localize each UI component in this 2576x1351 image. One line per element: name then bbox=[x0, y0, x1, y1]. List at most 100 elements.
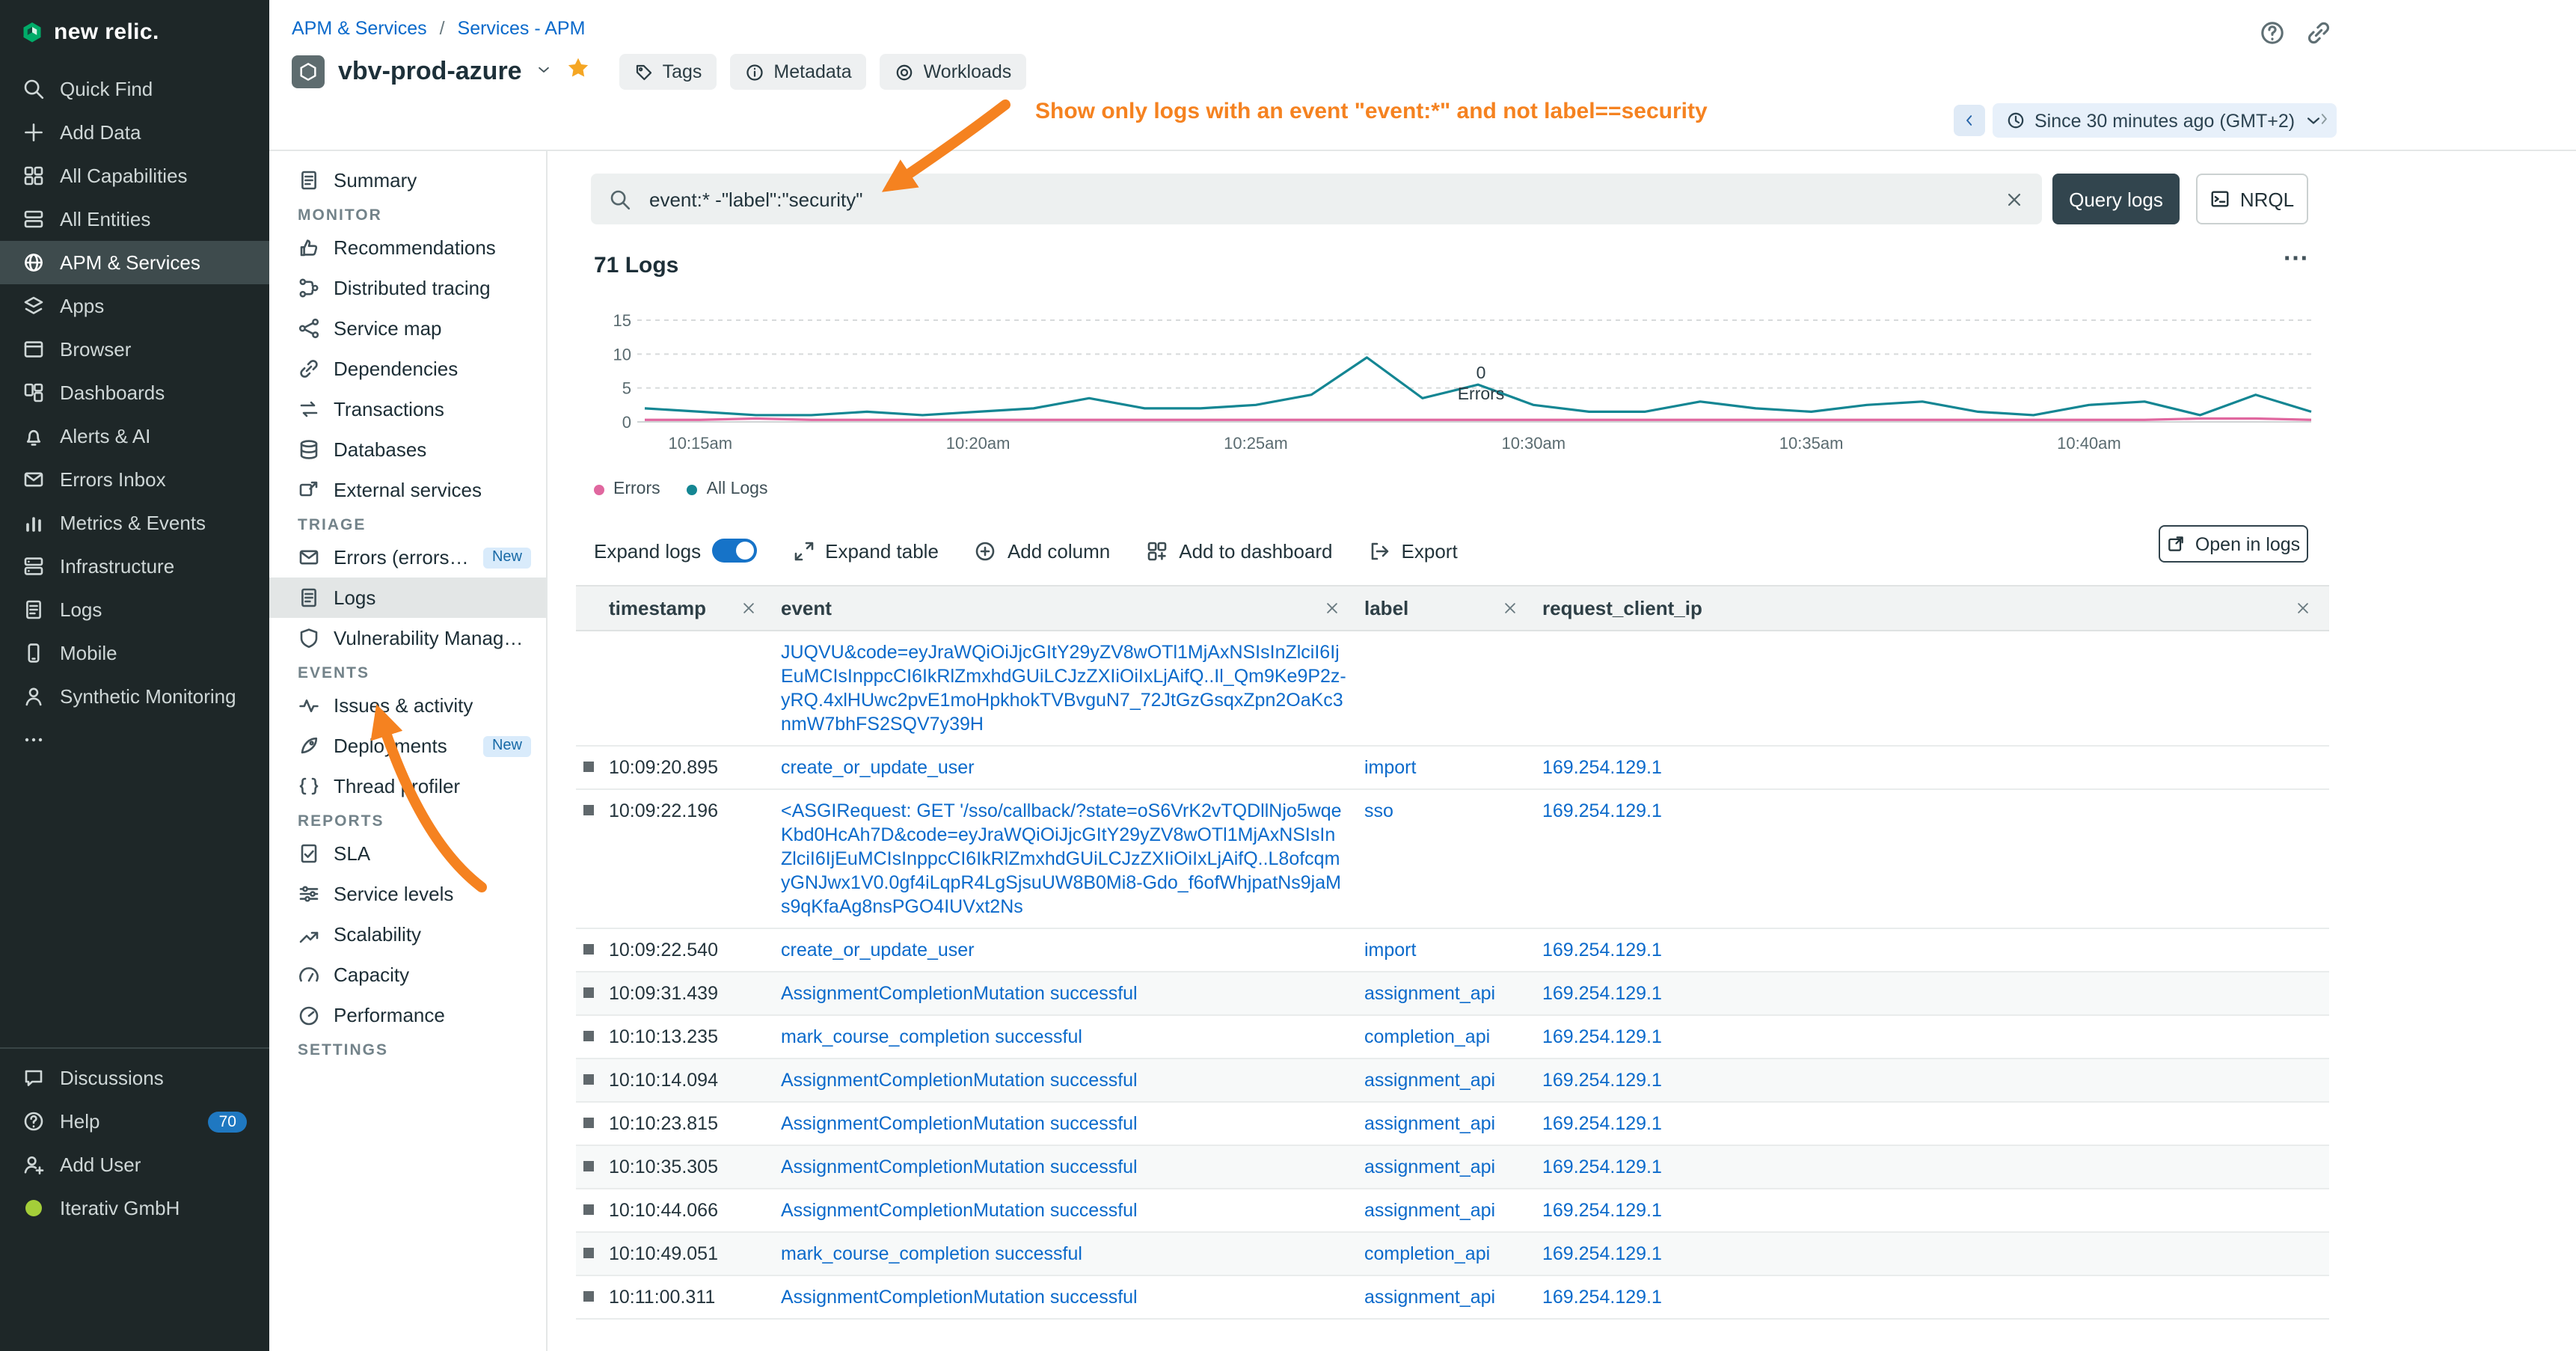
log-label-link[interactable]: assignment_api bbox=[1358, 1059, 1536, 1101]
log-label-link[interactable]: assignment_api bbox=[1358, 1189, 1536, 1231]
table-row[interactable]: 10:09:22.196<ASGIRequest: GET '/sso/call… bbox=[576, 790, 2329, 929]
entity-chevron-down-icon[interactable] bbox=[536, 58, 552, 85]
subnav-item-capacity[interactable]: Capacity bbox=[269, 955, 546, 995]
log-ip-link[interactable]: 169.254.129.1 bbox=[1536, 1016, 2329, 1058]
table-row[interactable]: JUQVU&code=eyJraWQiOiJjcGItY29yZV8wOTl1M… bbox=[576, 631, 2329, 747]
log-label-link[interactable]: completion_api bbox=[1358, 1233, 1536, 1275]
remove-column-icon[interactable] bbox=[1502, 600, 1518, 616]
subnav-item-service-map[interactable]: Service map bbox=[269, 308, 546, 349]
subnav-item-sla[interactable]: SLA bbox=[269, 833, 546, 874]
log-event-link[interactable]: mark_course_completion successful bbox=[775, 1233, 1358, 1275]
sidebar-item-metrics-events[interactable]: Metrics & Events bbox=[0, 501, 269, 545]
sidebar-item-dashboards[interactable]: Dashboards bbox=[0, 371, 269, 414]
breadcrumb-link-apm[interactable]: APM & Services bbox=[292, 18, 427, 39]
nrql-button[interactable]: NRQL bbox=[2196, 174, 2308, 224]
log-event-link[interactable]: AssignmentCompletionMutation successful bbox=[775, 1189, 1358, 1231]
sidebar-item-help[interactable]: Help70 bbox=[0, 1100, 269, 1143]
logs-options-menu-icon[interactable]: ⋯ bbox=[2283, 244, 2310, 274]
log-label-link[interactable]: completion_api bbox=[1358, 1016, 1536, 1058]
table-row[interactable]: 10:09:31.439AssignmentCompletionMutation… bbox=[576, 972, 2329, 1016]
newrelic-logo[interactable]: new relic. bbox=[0, 0, 269, 67]
time-range-picker[interactable]: Since 30 minutes ago (GMT+2) bbox=[1993, 103, 2337, 138]
metadata-button[interactable]: Metadata bbox=[730, 54, 866, 90]
sidebar-item-quick-find[interactable]: Quick Find bbox=[0, 67, 269, 111]
table-row[interactable]: 10:10:35.305AssignmentCompletionMutation… bbox=[576, 1146, 2329, 1189]
log-label-link[interactable]: sso bbox=[1358, 790, 1536, 928]
table-row[interactable]: 10:10:49.051mark_course_completion succe… bbox=[576, 1233, 2329, 1276]
table-row[interactable]: 10:10:44.066AssignmentCompletionMutation… bbox=[576, 1189, 2329, 1233]
log-event-link[interactable]: AssignmentCompletionMutation successful bbox=[775, 1146, 1358, 1188]
log-label-link[interactable]: assignment_api bbox=[1358, 1276, 1536, 1318]
log-ip-link[interactable]: 169.254.129.1 bbox=[1536, 929, 2329, 971]
remove-column-icon[interactable] bbox=[2295, 600, 2311, 616]
sidebar-item-iterativ-gmbh[interactable]: Iterativ GmbH bbox=[0, 1186, 269, 1230]
add-column-button[interactable]: Add column bbox=[975, 539, 1110, 562]
tags-button[interactable]: Tags bbox=[619, 54, 717, 90]
remove-column-icon[interactable] bbox=[1324, 600, 1340, 616]
subnav-item-issues-activity[interactable]: Issues & activity bbox=[269, 685, 546, 726]
sidebar-item-alerts-ai[interactable]: Alerts & AI bbox=[0, 414, 269, 458]
column-header-timestamp[interactable]: timestamp bbox=[603, 597, 775, 619]
subnav-item-scalability[interactable]: Scalability bbox=[269, 914, 546, 955]
expand-table-button[interactable]: Expand table bbox=[792, 539, 939, 562]
log-event-link[interactable]: AssignmentCompletionMutation successful bbox=[775, 1276, 1358, 1318]
log-ip-link[interactable]: 169.254.129.1 bbox=[1536, 1059, 2329, 1101]
expand-logs-toggle[interactable] bbox=[711, 539, 756, 563]
sidebar-item-errors-inbox[interactable]: Errors Inbox bbox=[0, 458, 269, 501]
log-ip-link[interactable]: 169.254.129.1 bbox=[1536, 790, 2329, 928]
favorite-star-icon[interactable] bbox=[565, 55, 591, 88]
log-label-link[interactable] bbox=[1358, 631, 1536, 745]
sidebar-item-mobile[interactable]: Mobile bbox=[0, 631, 269, 675]
sidebar-item-add-user[interactable]: Add User bbox=[0, 1143, 269, 1186]
workloads-button[interactable]: Workloads bbox=[880, 54, 1027, 90]
table-row[interactable]: 10:10:23.815AssignmentCompletionMutation… bbox=[576, 1103, 2329, 1146]
log-ip-link[interactable]: 169.254.129.1 bbox=[1536, 1146, 2329, 1188]
log-label-link[interactable]: import bbox=[1358, 929, 1536, 971]
copy-link-icon[interactable] bbox=[2305, 19, 2332, 46]
legend-item-errors[interactable]: Errors bbox=[594, 480, 660, 498]
subnav-item-service-levels[interactable]: Service levels bbox=[269, 874, 546, 914]
table-row[interactable]: 10:11:00.311AssignmentCompletionMutation… bbox=[576, 1276, 2329, 1320]
subnav-item-deployments[interactable]: DeploymentsNew bbox=[269, 726, 546, 766]
log-label-link[interactable]: assignment_api bbox=[1358, 1146, 1536, 1188]
export-button[interactable]: Export bbox=[1369, 539, 1458, 562]
sidebar-item-more[interactable] bbox=[0, 718, 269, 762]
log-event-link[interactable]: <ASGIRequest: GET '/sso/callback/?state=… bbox=[775, 790, 1358, 928]
log-event-link[interactable]: create_or_update_user bbox=[775, 929, 1358, 971]
sidebar-item-infrastructure[interactable]: Infrastructure bbox=[0, 545, 269, 588]
legend-item-all-logs[interactable]: All Logs bbox=[687, 480, 768, 498]
log-ip-link[interactable]: 169.254.129.1 bbox=[1536, 1233, 2329, 1275]
clear-query-icon[interactable] bbox=[2005, 189, 2024, 209]
log-label-link[interactable]: assignment_api bbox=[1358, 972, 1536, 1014]
sidebar-item-apm-services[interactable]: APM & Services bbox=[0, 241, 269, 284]
log-event-link[interactable]: mark_course_completion successful bbox=[775, 1016, 1358, 1058]
sidebar-item-synthetic-monitoring[interactable]: Synthetic Monitoring bbox=[0, 675, 269, 718]
table-row[interactable]: 10:10:14.094AssignmentCompletionMutation… bbox=[576, 1059, 2329, 1103]
help-icon[interactable] bbox=[2259, 19, 2286, 46]
sidebar-item-browser[interactable]: Browser bbox=[0, 328, 269, 371]
log-event-link[interactable]: AssignmentCompletionMutation successful bbox=[775, 1059, 1358, 1101]
table-row[interactable]: 10:09:20.895create_or_update_userimport1… bbox=[576, 747, 2329, 790]
subnav-item-databases[interactable]: Databases bbox=[269, 429, 546, 470]
breadcrumb-link-services[interactable]: Services - APM bbox=[458, 18, 586, 39]
table-row[interactable]: 10:09:22.540create_or_update_userimport1… bbox=[576, 929, 2329, 972]
time-next-button[interactable] bbox=[2316, 111, 2332, 127]
open-in-logs-button[interactable]: Open in logs bbox=[2159, 525, 2308, 563]
column-header-label[interactable]: label bbox=[1358, 597, 1536, 619]
sidebar-item-all-capabilities[interactable]: All Capabilities bbox=[0, 154, 269, 197]
subnav-item-distributed-tracing[interactable]: Distributed tracing bbox=[269, 268, 546, 308]
log-ip-link[interactable]: 169.254.129.1 bbox=[1536, 1103, 2329, 1145]
log-event-link[interactable]: AssignmentCompletionMutation successful bbox=[775, 1103, 1358, 1145]
sidebar-item-discussions[interactable]: Discussions bbox=[0, 1056, 269, 1100]
subnav-item-errors-errors-inb[interactable]: Errors (errors inb...New bbox=[269, 537, 546, 578]
log-event-link[interactable]: create_or_update_user bbox=[775, 747, 1358, 788]
log-ip-link[interactable]: 169.254.129.1 bbox=[1536, 1276, 2329, 1318]
table-row[interactable]: 10:10:13.235mark_course_completion succe… bbox=[576, 1016, 2329, 1059]
sidebar-item-apps[interactable]: Apps bbox=[0, 284, 269, 328]
subnav-item-logs[interactable]: Logs bbox=[269, 578, 546, 618]
sidebar-item-logs[interactable]: Logs bbox=[0, 588, 269, 631]
add-to-dashboard-button[interactable]: Add to dashboard bbox=[1146, 539, 1332, 562]
log-ip-link[interactable]: 169.254.129.1 bbox=[1536, 1189, 2329, 1231]
sidebar-item-add-data[interactable]: Add Data bbox=[0, 111, 269, 154]
time-previous-button[interactable] bbox=[1954, 105, 1985, 136]
